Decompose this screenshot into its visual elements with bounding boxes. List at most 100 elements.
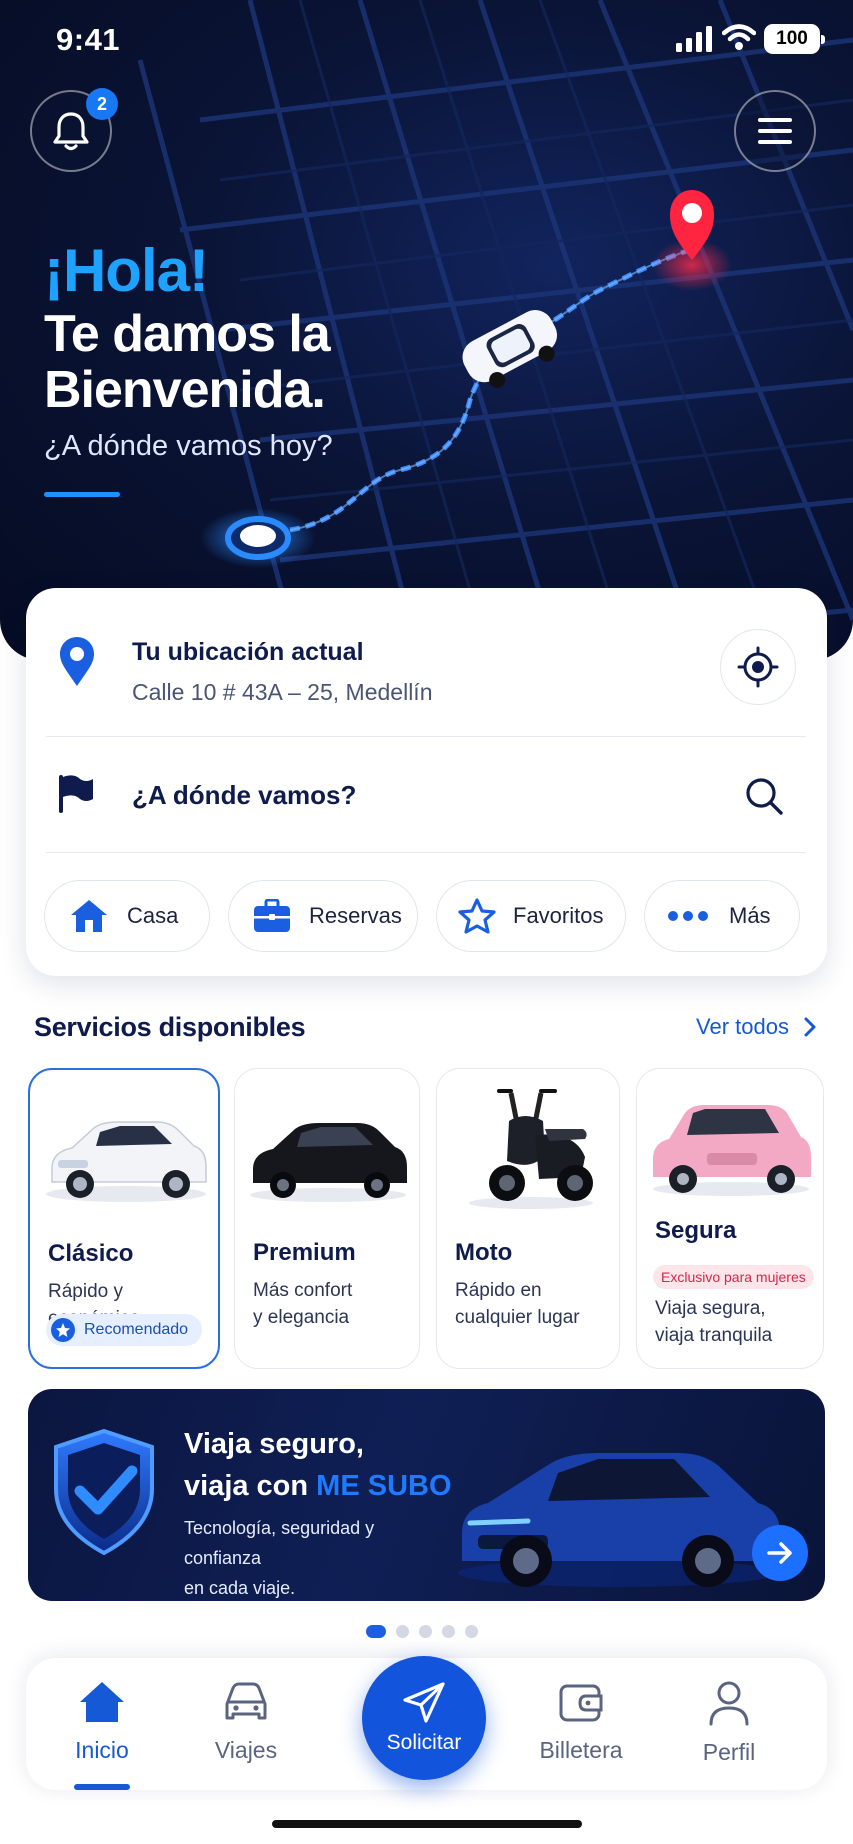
request-ride-button[interactable]: Solicitar	[362, 1656, 486, 1780]
nav-label: Billetera	[539, 1737, 623, 1763]
send-icon	[403, 1682, 445, 1723]
destination-input[interactable]: ¿A dónde vamos?	[132, 780, 356, 811]
home-icon	[80, 1682, 124, 1722]
banner-next-button[interactable]	[752, 1525, 808, 1581]
search-icon[interactable]	[744, 776, 784, 816]
shield-check-icon	[54, 1428, 154, 1556]
status-time: 9:41	[56, 22, 121, 57]
service-description-line: viaja tranquila	[655, 1325, 773, 1346]
service-card-clasico[interactable]: Clásico Rápido y económico Recomendado	[28, 1068, 220, 1369]
service-card-premium[interactable]: Premium Más confort y elegancia	[234, 1068, 420, 1369]
quick-action-reservations[interactable]: Reservas	[228, 880, 418, 952]
quick-action-more[interactable]: Más	[644, 880, 800, 952]
status-bar: 9:41 100	[0, 0, 853, 80]
welcome-title: Te damos la Bienvenida.	[44, 305, 331, 419]
service-description: Rápido en cualquier lugar	[455, 1277, 580, 1331]
hero-banner: 9:41 100 2 ¡Hola! Te damos la Bienvenida…	[0, 0, 853, 660]
arrow-right-icon	[767, 1542, 792, 1564]
service-name: Moto	[455, 1239, 513, 1266]
location-pin-icon	[60, 637, 94, 686]
locate-me-button[interactable]	[720, 629, 796, 705]
banner-title-line2: viaja con ME SUBO	[184, 1470, 452, 1502]
nav-item-inicio[interactable]: Inicio	[47, 1680, 157, 1764]
flag-icon	[59, 775, 93, 813]
cellular-signal-icon	[676, 26, 712, 52]
women-only-tag: Exclusivo para mujeres	[653, 1265, 814, 1289]
service-name: Clásico	[48, 1240, 134, 1267]
carousel-dot[interactable]	[396, 1625, 409, 1638]
blue-sedan-image	[458, 1453, 780, 1587]
request-ride-label: Solicitar	[386, 1731, 462, 1754]
service-description-line: y elegancia	[253, 1307, 350, 1328]
carousel-dot[interactable]	[465, 1625, 478, 1638]
banner-title-line1: Viaja seguro,	[184, 1428, 364, 1460]
see-all-label: Ver todos	[696, 1014, 789, 1039]
bell-icon	[53, 112, 89, 151]
current-location-title: Tu ubicación actual	[132, 638, 364, 666]
star-icon	[457, 897, 497, 935]
briefcase-icon	[253, 899, 291, 933]
carousel-dot[interactable]	[366, 1625, 386, 1638]
wifi-icon	[722, 24, 756, 50]
nav-item-perfil[interactable]: Perfil	[674, 1680, 784, 1766]
carousel-pagination	[366, 1625, 478, 1638]
star-badge-icon	[51, 1318, 75, 1342]
home-indicator	[272, 1820, 582, 1828]
menu-button[interactable]	[734, 90, 816, 172]
trip-search-card: Tu ubicación actual Calle 10 # 43A – 25,…	[26, 588, 827, 976]
black-sedan-image	[250, 1123, 407, 1202]
pink-suv-image	[653, 1105, 811, 1196]
promo-banner[interactable]: Viaja seguro, viaja con ME SUBO Tecnolog…	[28, 1389, 825, 1601]
nav-label: Viajes	[214, 1737, 278, 1763]
home-icon	[69, 898, 109, 934]
user-icon	[709, 1681, 749, 1726]
service-card-segura[interactable]: Segura Exclusivo para mujeres Viaja segu…	[636, 1068, 824, 1369]
nav-label: Perfil	[702, 1739, 756, 1765]
see-all-services-link[interactable]: Ver todos	[696, 1014, 817, 1040]
welcome-subtitle: ¿A dónde vamos hoy?	[44, 430, 333, 462]
carousel-dot[interactable]	[419, 1625, 432, 1638]
scooter-image	[469, 1089, 593, 1209]
car-icon	[225, 1682, 267, 1720]
nav-label: Inicio	[75, 1737, 129, 1763]
wallet-icon	[559, 1684, 603, 1722]
crosshair-icon	[737, 646, 779, 688]
title-accent-line	[44, 492, 120, 497]
nav-item-billetera[interactable]: Billetera	[526, 1680, 636, 1764]
divider	[46, 736, 806, 737]
service-description-line: Rápido en	[455, 1280, 542, 1301]
quick-action-label: Reservas	[309, 903, 402, 928]
service-description-line: cualquier lugar	[455, 1307, 580, 1328]
recommended-label: Recomendado	[84, 1321, 189, 1338]
quick-action-label: Más	[729, 903, 771, 928]
service-card-moto[interactable]: Moto Rápido en cualquier lugar	[436, 1068, 620, 1369]
banner-title: Viaja seguro, viaja con ME SUBO	[184, 1423, 452, 1507]
service-name: Premium	[253, 1239, 356, 1266]
more-dots-icon	[667, 910, 709, 922]
quick-action-label: Casa	[127, 903, 179, 928]
notification-count-badge: 2	[86, 88, 118, 120]
active-tab-indicator	[74, 1784, 130, 1790]
service-description-line: Viaja segura,	[655, 1298, 766, 1319]
chevron-right-icon	[804, 1017, 816, 1037]
divider	[46, 852, 806, 853]
nav-item-viajes[interactable]: Viajes	[191, 1680, 301, 1764]
current-location-address[interactable]: Calle 10 # 43A – 25, Medellín	[132, 679, 432, 706]
quick-action-label: Favoritos	[513, 903, 604, 928]
quick-actions: Casa Reservas Favoritos Más	[44, 880, 824, 952]
white-sedan-image	[46, 1121, 207, 1202]
greeting-title: ¡Hola!	[44, 237, 209, 304]
battery-indicator: 100	[764, 24, 825, 54]
quick-action-favorites[interactable]: Favoritos	[436, 880, 626, 952]
service-description: Más confort y elegancia	[253, 1277, 352, 1331]
banner-subtitle: Tecnología, seguridad y confianza en cad…	[184, 1518, 375, 1598]
service-name: Segura	[655, 1217, 737, 1244]
service-description-line: Más confort	[253, 1280, 353, 1301]
services-section-title: Servicios disponibles	[34, 1012, 306, 1042]
quick-action-home[interactable]: Casa	[44, 880, 210, 952]
service-description: Viaja segura, viaja tranquila	[655, 1295, 772, 1349]
carousel-dot[interactable]	[442, 1625, 455, 1638]
brand-name: ME SUBO	[316, 1470, 452, 1502]
hamburger-menu-icon	[758, 118, 792, 144]
recommended-badge: Recomendado	[46, 1314, 203, 1346]
